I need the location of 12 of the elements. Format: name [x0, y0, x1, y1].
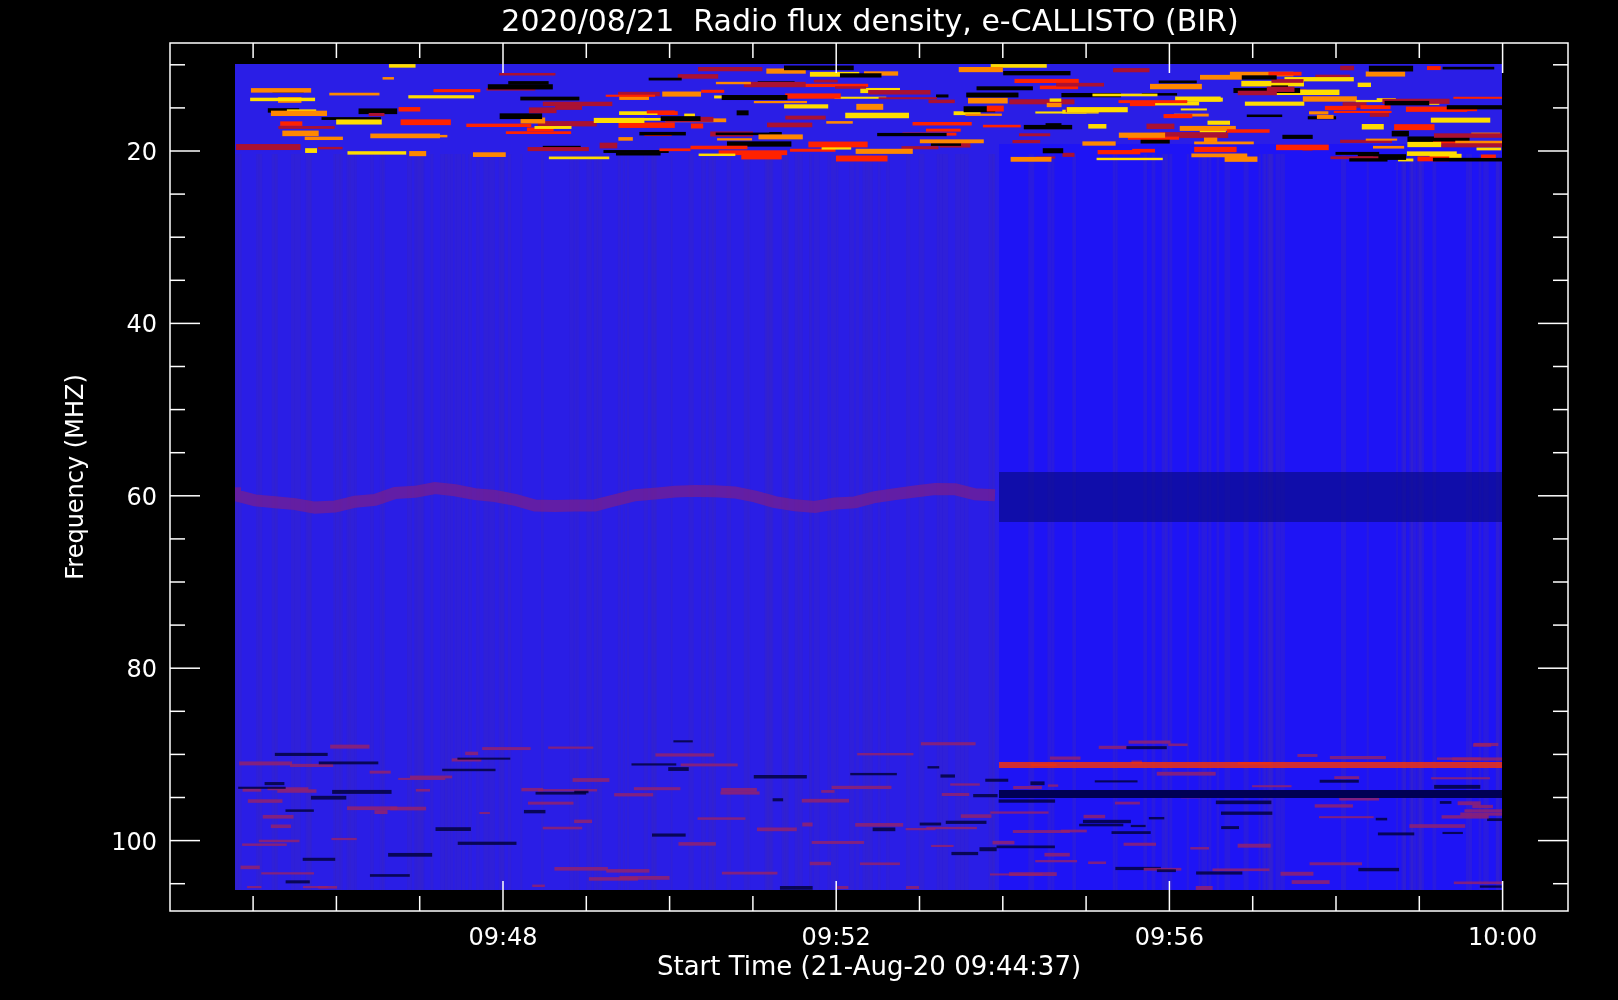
x-tick-label: 09:48 — [468, 923, 538, 951]
y-tick-label: 60 — [126, 482, 157, 511]
x-tick-label: 09:52 — [801, 923, 871, 951]
x-tick-label: 10:00 — [1468, 923, 1538, 951]
x-tick-label: 09:56 — [1134, 923, 1204, 951]
y-tick-label: 40 — [126, 310, 157, 339]
y-axis-label: Frequency (MHZ) — [61, 374, 89, 580]
y-tick-label: 100 — [111, 827, 157, 856]
x-axis-label: Start Time (21-Aug-20 09:44:37) — [656, 951, 1082, 981]
y-tick-label: 80 — [126, 655, 157, 684]
chart-title: 2020/08/21 Radio flux density, e-CALLISTO (BIR) — [501, 3, 1239, 38]
y-tick-label: 20 — [126, 138, 157, 166]
